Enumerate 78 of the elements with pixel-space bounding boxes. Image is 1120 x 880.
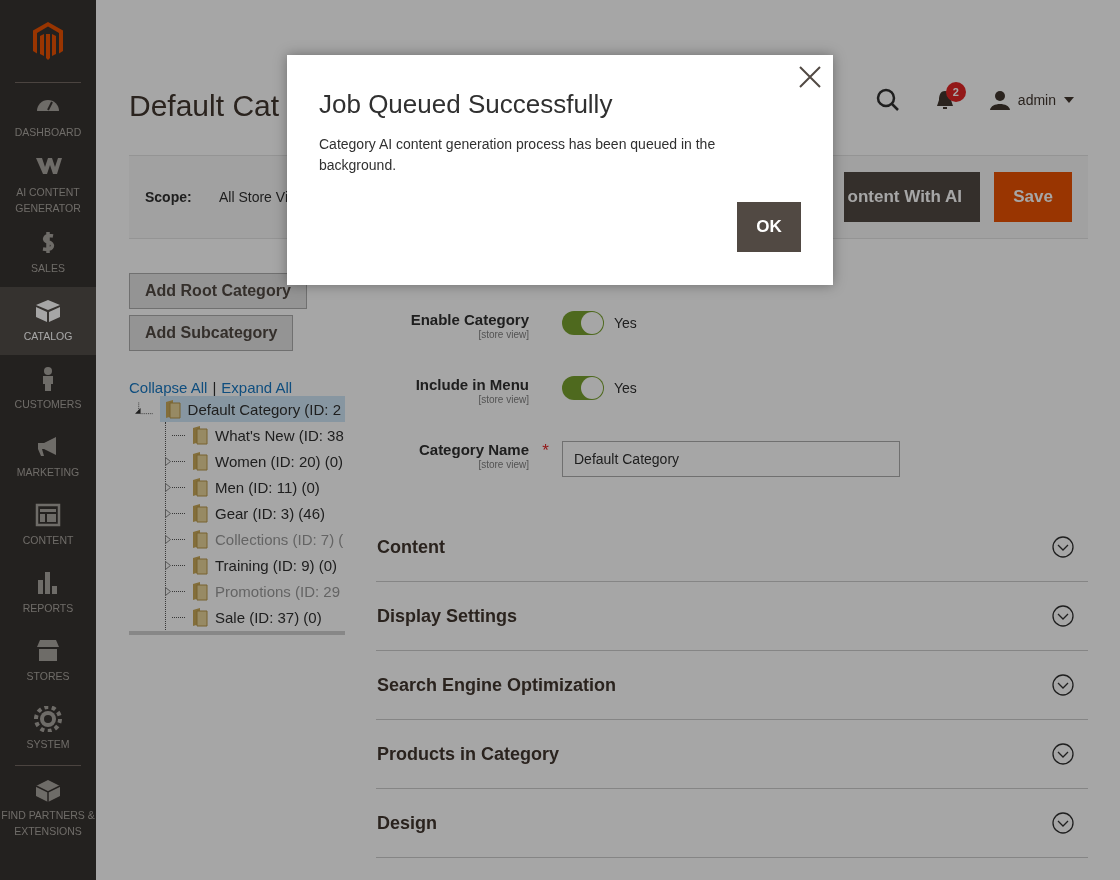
tree-connector[interactable] bbox=[165, 508, 187, 518]
scope-switcher[interactable]: All Store Vi bbox=[219, 189, 288, 205]
folder-icon bbox=[191, 425, 209, 445]
folder-icon bbox=[191, 477, 209, 497]
save-button[interactable]: Save bbox=[994, 172, 1072, 222]
generate-button[interactable]: ontent With AI bbox=[843, 172, 980, 222]
tree-item[interactable]: Training (ID: 9) (0) bbox=[215, 556, 337, 574]
sidebar-item[interactable]: CUSTOMERS bbox=[0, 355, 96, 423]
tree-item[interactable]: Gear (ID: 3) (46) bbox=[215, 504, 326, 522]
scope-hint: [store view] bbox=[478, 394, 529, 405]
tree-connector[interactable] bbox=[165, 560, 187, 570]
folder-icon bbox=[191, 451, 209, 471]
chevron-icon bbox=[1052, 812, 1074, 834]
ok-button[interactable]: OK bbox=[737, 202, 801, 252]
user-menu[interactable]: admin bbox=[989, 90, 1074, 110]
modal-message: Category AI content generation process has been queued in the background. bbox=[319, 135, 717, 175]
folder-icon bbox=[163, 399, 182, 419]
tree-item[interactable]: Women (ID: 20) (0) bbox=[215, 452, 344, 470]
scope-hint: [store view] bbox=[478, 329, 529, 340]
sidebar-item[interactable]: SYSTEM bbox=[0, 695, 96, 763]
toggle-switch[interactable] bbox=[562, 311, 604, 335]
tree-item[interactable]: Men (ID: 11) (0) bbox=[215, 478, 320, 496]
user-icon bbox=[989, 90, 1010, 110]
close-icon[interactable] bbox=[798, 65, 822, 89]
required-mark: * bbox=[542, 441, 549, 460]
toggle-value: Yes bbox=[614, 314, 637, 333]
notification-count: 2 bbox=[945, 82, 966, 102]
sidebar-item[interactable]: MARKETING bbox=[0, 423, 96, 491]
gear-icon bbox=[34, 706, 62, 732]
chevron-icon bbox=[1052, 536, 1074, 558]
scope-label: Scope: bbox=[145, 189, 193, 205]
toggle-value: Yes bbox=[614, 379, 637, 398]
chevron-icon bbox=[1052, 605, 1074, 627]
tree-item[interactable]: What's New (ID: 38 bbox=[215, 426, 344, 444]
tree-root-item[interactable]: Default Category (ID: 2 bbox=[159, 396, 345, 422]
tree-corner-icon[interactable] bbox=[135, 402, 154, 416]
collapsible-section[interactable]: Products in Category bbox=[376, 720, 1088, 789]
chevron-icon bbox=[1052, 743, 1074, 765]
tree-connector[interactable] bbox=[165, 482, 187, 492]
sidebar-item[interactable]: REPORTS bbox=[0, 559, 96, 627]
box-icon bbox=[34, 298, 62, 324]
sidebar-item[interactable]: DASHBOARD bbox=[0, 83, 96, 151]
collapsible-section[interactable]: Display Settings bbox=[376, 582, 1088, 651]
scope-hint: [store view] bbox=[478, 459, 529, 470]
sidebar-item[interactable]: AI CONTENT GENERATOR bbox=[0, 151, 96, 219]
tree-button[interactable]: Add Subcategory bbox=[129, 315, 294, 351]
link-separator: | bbox=[212, 379, 217, 396]
sidebar-item[interactable]: FIND PARTNERS & EXTENSIONS bbox=[0, 766, 96, 850]
collapse-link[interactable]: Collapse All bbox=[129, 379, 208, 396]
field-label: Category Name bbox=[418, 441, 529, 458]
field-label: Enable Category bbox=[410, 311, 529, 328]
toggle-switch[interactable] bbox=[562, 376, 604, 400]
caret-icon bbox=[1064, 97, 1074, 103]
layout-icon bbox=[34, 502, 62, 528]
chevron-icon bbox=[1052, 674, 1074, 696]
tree-button[interactable]: Add Root Category bbox=[129, 273, 307, 309]
folder-icon bbox=[191, 607, 209, 627]
collapsible-section[interactable]: Design bbox=[376, 789, 1088, 858]
folder-icon bbox=[191, 503, 209, 523]
collapsible-section[interactable]: Search Engine Optimization bbox=[376, 651, 1088, 720]
expand-link[interactable]: Expand All bbox=[221, 379, 293, 396]
sidebar-item[interactable]: STORES bbox=[0, 627, 96, 695]
folder-icon bbox=[191, 581, 209, 601]
sidebar-item[interactable]: SALES bbox=[0, 219, 96, 287]
search-icon[interactable] bbox=[875, 88, 900, 112]
category-name-field[interactable]: Default Category bbox=[562, 441, 900, 477]
collapsible-section[interactable]: Content bbox=[376, 513, 1088, 582]
field-label: Include in Menu bbox=[415, 376, 529, 393]
tree-item[interactable]: Sale (ID: 37) (0) bbox=[215, 608, 322, 626]
modal-title: Job Queued Successfully bbox=[319, 89, 614, 120]
folder-icon bbox=[191, 555, 209, 575]
tree-connector[interactable] bbox=[165, 456, 187, 466]
page-title: Default Cat bbox=[129, 89, 279, 123]
folder-icon bbox=[191, 529, 209, 549]
sidebar-item[interactable]: CATALOG bbox=[0, 287, 96, 355]
blocks-icon bbox=[34, 777, 62, 803]
storefront-icon bbox=[34, 638, 62, 664]
sidebar-item[interactable]: CONTENT bbox=[0, 491, 96, 559]
